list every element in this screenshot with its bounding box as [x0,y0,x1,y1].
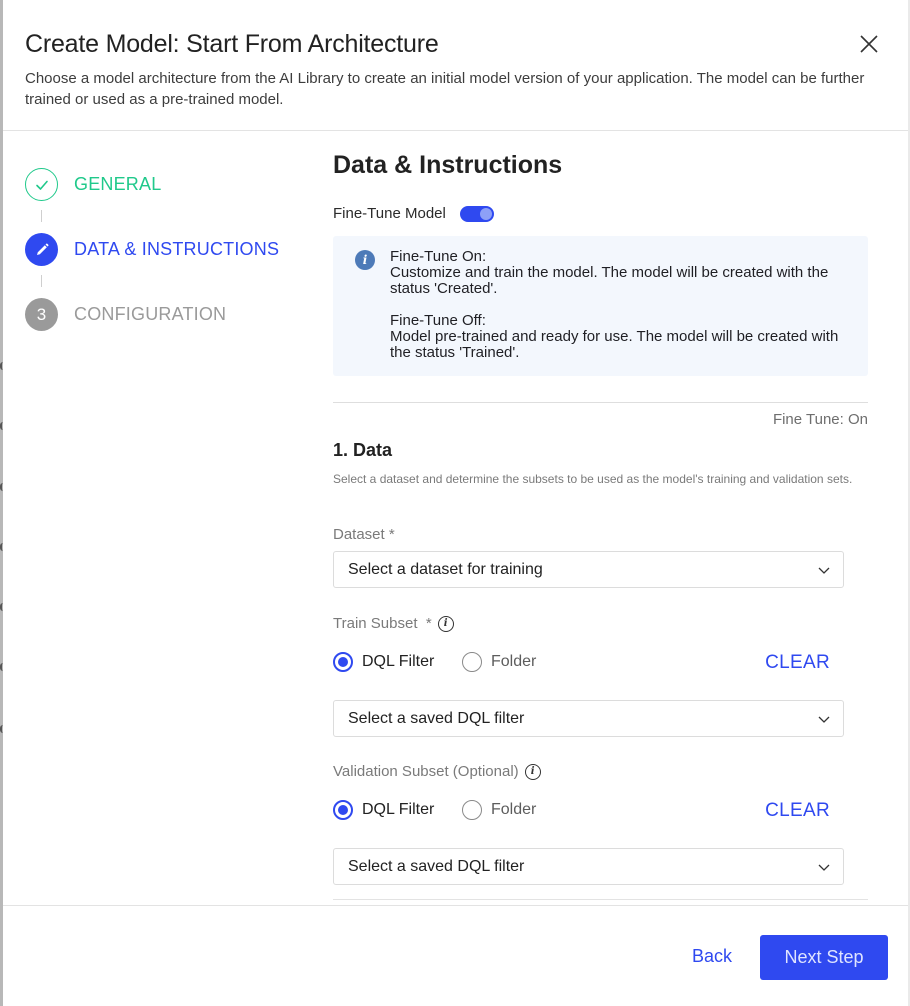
train-subset-label-text: Train Subset * [333,615,432,632]
dataset-label-text: Dataset * [333,526,395,543]
train-subset-label: Train Subset * i [333,615,454,632]
fine-tune-info-box: i Fine-Tune On: Customize and train the … [333,236,868,376]
chevron-down-icon [818,567,830,574]
close-icon [860,35,878,53]
dataset-select-value: Select a dataset for training [348,561,543,578]
step-connector [41,210,42,222]
step-general-indicator [25,168,58,201]
step-data-indicator [25,233,58,266]
step-config-indicator: 3 [25,298,58,331]
radio-label: Folder [491,653,537,670]
radio-unchecked-icon [462,652,482,672]
info-text: Fine-Tune On: Customize and train the mo… [390,249,860,361]
train-clear-button[interactable]: CLEAR [765,652,830,674]
close-button[interactable] [858,33,880,55]
pencil-icon [36,242,49,255]
fine-tune-status: Fine Tune: On [772,411,868,428]
validation-dql-filter-select[interactable]: Select a saved DQL filter [333,848,844,885]
section-title: Data & Instructions [333,151,563,179]
step-data-instructions[interactable]: DATA & INSTRUCTIONS [25,233,279,266]
data-section-title: 1. Data [333,440,393,460]
train-dql-filter-radio[interactable]: DQL Filter [333,652,434,672]
step-connector [41,275,42,287]
divider [333,899,868,900]
radio-label: Folder [491,801,537,818]
chevron-down-icon [818,864,830,871]
fine-tune-label: Fine-Tune Model [333,205,446,222]
next-step-button[interactable]: Next Step [760,935,888,980]
step-general[interactable]: GENERAL [25,168,161,201]
create-model-dialog: Create Model: Start From Architecture Ch… [3,0,908,1006]
check-icon [35,180,48,190]
fine-tune-row: Fine-Tune Model [333,205,494,222]
info-icon: i [355,250,375,270]
fine-tune-toggle[interactable] [459,205,494,222]
dialog-subtitle: Choose a model architecture from the AI … [25,70,865,108]
chevron-down-icon [818,716,830,723]
radio-unchecked-icon [462,800,482,820]
dataset-select[interactable]: Select a dataset for training [333,551,844,588]
info-off-text: Model pre-trained and ready for use. The… [390,328,839,361]
dataset-label: Dataset * [333,526,395,543]
radio-checked-icon [333,800,353,820]
validation-clear-button[interactable]: CLEAR [765,800,830,822]
train-dql-select-value: Select a saved DQL filter [348,710,525,727]
info-icon[interactable]: i [524,763,541,780]
info-icon[interactable]: i [437,615,454,632]
dialog-title: Create Model: Start From Architecture [25,30,439,58]
step-general-label: GENERAL [74,174,162,194]
validation-folder-radio[interactable]: Folder [462,800,536,820]
step-data-label: DATA & INSTRUCTIONS [74,239,280,259]
data-section-description: Select a dataset and determine the subse… [333,472,853,486]
validation-dql-filter-radio[interactable]: DQL Filter [333,800,434,820]
radio-label: DQL Filter [362,653,435,670]
info-off-heading: Fine-Tune Off: [390,312,486,329]
train-subset-type: DQL Filter Folder CLEAR [333,652,830,676]
train-folder-radio[interactable]: Folder [462,652,536,672]
radio-checked-icon [333,652,353,672]
back-button[interactable]: Back [692,946,732,967]
step-config-label: CONFIGURATION [74,304,227,324]
train-dql-filter-select[interactable]: Select a saved DQL filter [333,700,844,737]
validation-subset-label: Validation Subset (Optional) i [333,763,541,780]
info-on-heading: Fine-Tune On: [390,248,487,265]
validation-subset-label-text: Validation Subset (Optional) [333,763,519,780]
toggle-knob [479,207,492,220]
radio-label: DQL Filter [362,801,435,818]
validation-dql-select-value: Select a saved DQL filter [348,858,525,875]
step-configuration[interactable]: 3 CONFIGURATION [25,298,226,331]
divider [333,402,868,403]
info-on-text: Customize and train the model. The model… [390,264,829,297]
dialog-footer: Back Next Step [3,905,908,1006]
dialog-header: Create Model: Start From Architecture Ch… [3,0,908,131]
validation-subset-type: DQL Filter Folder CLEAR [333,800,830,824]
